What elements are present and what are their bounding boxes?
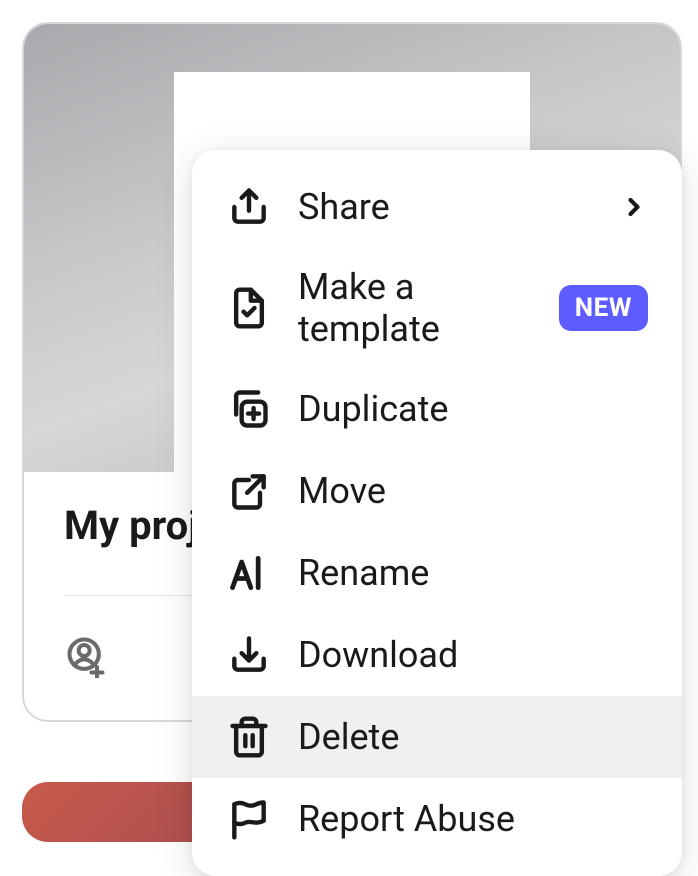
menu-item-download[interactable]: Download bbox=[192, 614, 682, 696]
menu-item-move[interactable]: Move bbox=[192, 450, 682, 532]
menu-label-delete: Delete bbox=[298, 716, 648, 758]
menu-label-rename: Rename bbox=[298, 552, 648, 594]
download-icon bbox=[226, 632, 272, 678]
invite-user-icon[interactable] bbox=[64, 634, 108, 678]
delete-icon bbox=[226, 714, 272, 760]
menu-item-report-abuse[interactable]: Report Abuse bbox=[192, 778, 682, 860]
menu-label-report-abuse: Report Abuse bbox=[298, 798, 648, 840]
menu-label-download: Download bbox=[298, 634, 648, 676]
duplicate-icon bbox=[226, 386, 272, 432]
rename-icon bbox=[226, 550, 272, 596]
menu-item-delete[interactable]: Delete bbox=[192, 696, 682, 778]
menu-label-share: Share bbox=[298, 186, 594, 228]
context-menu: Share Make a template NEW Dupl bbox=[192, 150, 682, 876]
menu-item-duplicate[interactable]: Duplicate bbox=[192, 368, 682, 450]
menu-label-duplicate: Duplicate bbox=[298, 388, 648, 430]
share-icon bbox=[226, 184, 272, 230]
menu-item-share[interactable]: Share bbox=[192, 166, 682, 248]
template-icon bbox=[226, 285, 272, 331]
move-icon bbox=[226, 468, 272, 514]
menu-item-rename[interactable]: Rename bbox=[192, 532, 682, 614]
chevron-right-icon bbox=[620, 193, 648, 221]
menu-item-make-template[interactable]: Make a template NEW bbox=[192, 248, 682, 368]
flag-icon bbox=[226, 796, 272, 842]
menu-label-make-template: Make a template bbox=[298, 266, 533, 350]
new-badge: NEW bbox=[559, 285, 648, 331]
menu-label-move: Move bbox=[298, 470, 648, 512]
